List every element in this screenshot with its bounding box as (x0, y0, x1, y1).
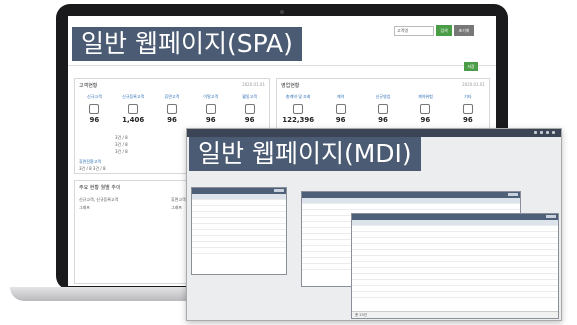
panel-title: 영업현황 (281, 83, 300, 89)
stat-card[interactable]: 휴면고객 96 (153, 93, 192, 124)
person-icon (128, 104, 139, 114)
document-icon (335, 104, 346, 114)
dormant-detail: 3건 / 8 3건 / 8 (79, 166, 106, 171)
search-button[interactable]: 검색 (436, 25, 452, 36)
child-titlebar[interactable] (192, 188, 286, 194)
mdi-caption: 일반 웹페이지(MDI) (189, 137, 421, 171)
window-controls[interactable] (508, 193, 518, 196)
mdi-child-window[interactable] (191, 187, 287, 275)
panel-title: 고객현황 (79, 83, 98, 89)
stat-card[interactable]: 계약위험 96 (404, 93, 446, 124)
person-icon (166, 104, 177, 114)
panel-date: 2020.01.01 (462, 82, 485, 87)
stat-card[interactable]: 신규영업 96 (362, 93, 404, 124)
stat-card[interactable]: 총계약 및 조회 122,396 (277, 93, 319, 124)
stat-detail: 3건 / 8 (115, 149, 128, 154)
window-controls[interactable] (546, 215, 556, 218)
stat-card[interactable]: 활동고객 96 (230, 93, 269, 124)
stat-card[interactable]: 계약 96 (319, 93, 361, 124)
child-titlebar[interactable] (302, 192, 520, 198)
window-controls[interactable] (274, 189, 284, 192)
dormant-title[interactable]: 휴면전환고객 (79, 159, 101, 165)
save-button[interactable]: 저장 (464, 62, 478, 71)
stat-row: 총계약 및 조회 122,396 계약 96 신규영업 96 계약위험 96 기타 96 (277, 93, 489, 124)
document-icon (420, 104, 431, 114)
search-input[interactable]: 고객명 (394, 26, 434, 36)
panel-title: 주요 현황 월별 추이 (79, 185, 121, 191)
mdi-titlebar (187, 129, 561, 137)
table-row[interactable] (352, 292, 558, 298)
stat-detail: 3건 / 8 (115, 135, 128, 140)
document-icon (293, 104, 304, 114)
trend-graph: 그래프 (79, 205, 91, 210)
stat-row: 신규고객 96 신규등록고객 1,406 휴면고객 96 이탈고객 96 활동고객 96 (75, 93, 269, 124)
child-titlebar[interactable] (352, 214, 558, 220)
reset-button[interactable]: 초기화 (454, 25, 474, 36)
document-icon (462, 104, 473, 114)
stat-card[interactable]: 이탈고객 96 (191, 93, 230, 124)
mdi-child-window[interactable]: 총 23건 (351, 213, 559, 319)
table-row[interactable] (192, 248, 286, 254)
trend-item[interactable]: 신규고객, 신규등록고객 (79, 197, 118, 203)
camera-dot (280, 10, 284, 14)
spa-caption: 일반 웹페이지(SPA) (72, 27, 302, 61)
status-bar: 총 23건 (352, 311, 558, 318)
trend-item[interactable]: 휴면고객 (171, 197, 186, 203)
promo-stage: 고객명 검색 초기화 저장 고객현황 2020.01.01 신규고객 96 신규등… (0, 0, 577, 325)
person-icon (89, 104, 100, 114)
document-icon (378, 104, 389, 114)
person-icon (244, 104, 255, 114)
window-controls[interactable] (534, 131, 555, 134)
panel-date: 2020.01.01 (242, 82, 265, 87)
stat-card[interactable]: 신규등록고객 1,406 (114, 93, 153, 124)
person-icon (205, 104, 216, 114)
stat-detail: 3건 / 8 (115, 142, 128, 147)
stat-card[interactable]: 기타 96 (447, 93, 489, 124)
trend-graph: 그래프 (171, 205, 183, 210)
stat-card[interactable]: 신규고객 96 (75, 93, 114, 124)
